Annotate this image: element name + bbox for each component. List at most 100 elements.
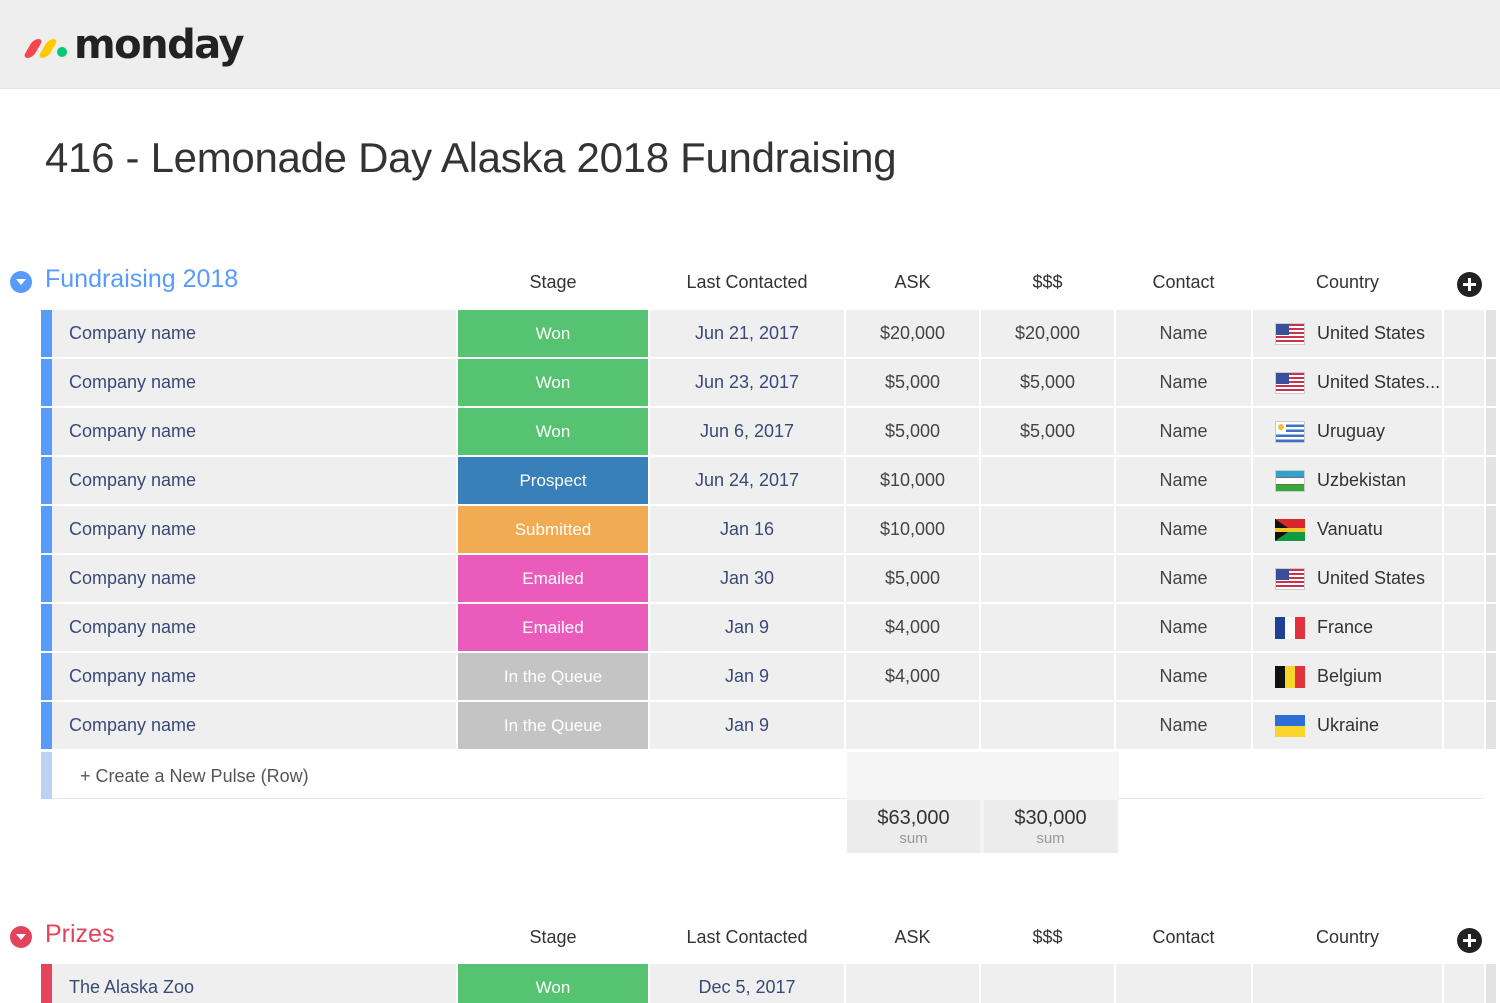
last-contacted-cell[interactable]: Jan 16 [650, 506, 844, 553]
collapse-group-icon[interactable] [10, 271, 32, 293]
item-name-cell[interactable]: Company name [52, 604, 456, 651]
column-header-stage[interactable]: Stage [458, 927, 648, 948]
ask-cell[interactable] [846, 702, 979, 749]
empty-cell[interactable] [1444, 408, 1484, 455]
board-title[interactable]: 416 - Lemonade Day Alaska 2018 Fundraisi… [45, 134, 897, 182]
column-header-money[interactable]: $$$ [981, 272, 1114, 293]
create-pulse-row[interactable]: + Create a New Pulse (Row) [41, 752, 1484, 799]
stage-status-cell[interactable]: Submitted [458, 506, 648, 553]
last-contacted-cell[interactable]: Jan 9 [650, 604, 844, 651]
last-contacted-cell[interactable]: Jun 6, 2017 [650, 408, 844, 455]
country-cell[interactable]: United States [1253, 310, 1442, 357]
column-header-country[interactable]: Country [1253, 272, 1442, 293]
last-contacted-cell[interactable]: Jun 24, 2017 [650, 457, 844, 504]
empty-cell[interactable] [1444, 964, 1484, 1003]
stage-status-cell[interactable]: Emailed [458, 604, 648, 651]
add-column-icon[interactable] [1457, 272, 1482, 297]
contact-cell[interactable]: Name [1116, 457, 1251, 504]
money-cell[interactable] [981, 457, 1114, 504]
column-header-country[interactable]: Country [1253, 927, 1442, 948]
country-cell[interactable]: United States... [1253, 359, 1442, 406]
contact-cell[interactable]: Name [1116, 604, 1251, 651]
table-row[interactable]: Company name In the Queue Jan 9 $4,000 Name B… [41, 653, 1496, 700]
item-name-cell[interactable]: Company name [52, 359, 456, 406]
empty-cell[interactable] [1444, 702, 1484, 749]
column-header-ask[interactable]: ASK [846, 272, 979, 293]
country-cell[interactable]: Belgium [1253, 653, 1442, 700]
country-cell[interactable] [1253, 964, 1442, 1003]
country-cell[interactable]: Uzbekistan [1253, 457, 1442, 504]
money-cell[interactable]: $20,000 [981, 310, 1114, 357]
ask-cell[interactable]: $10,000 [846, 506, 979, 553]
table-row[interactable]: Company name Won Jun 23, 2017 $5,000 $5,000 N… [41, 359, 1496, 406]
collapse-group-icon[interactable] [10, 926, 32, 948]
table-row[interactable]: Company name Submitted Jan 16 $10,000 Name Va… [41, 506, 1496, 553]
contact-cell[interactable]: Name [1116, 359, 1251, 406]
country-cell[interactable]: France [1253, 604, 1442, 651]
stage-status-cell[interactable]: Won [458, 310, 648, 357]
money-sum[interactable]: $30,000 sum [984, 800, 1117, 853]
add-column-icon[interactable] [1457, 928, 1482, 953]
column-header-contact[interactable]: Contact [1116, 272, 1251, 293]
column-header-money[interactable]: $$$ [981, 927, 1114, 948]
table-row[interactable]: Company name Prospect Jun 24, 2017 $10,000 N… [41, 457, 1496, 504]
stage-status-cell[interactable]: Won [458, 408, 648, 455]
country-cell[interactable]: United States [1253, 555, 1442, 602]
table-row[interactable]: Company name Emailed Jan 9 $4,000 Name France [41, 604, 1496, 651]
ask-cell[interactable]: $20,000 [846, 310, 979, 357]
empty-cell[interactable] [1444, 457, 1484, 504]
item-name-cell[interactable]: Company name [52, 555, 456, 602]
last-contacted-cell[interactable]: Jun 21, 2017 [650, 310, 844, 357]
money-cell[interactable] [981, 506, 1114, 553]
country-cell[interactable]: Ukraine [1253, 702, 1442, 749]
ask-cell[interactable]: $4,000 [846, 653, 979, 700]
table-row[interactable]: Company name In the Queue Jan 9 Name Ukraine [41, 702, 1496, 749]
last-contacted-cell[interactable]: Dec 5, 2017 [650, 964, 844, 1003]
item-name-cell[interactable]: The Alaska Zoo [52, 964, 456, 1003]
column-header-ask[interactable]: ASK [846, 927, 979, 948]
empty-cell[interactable] [1444, 604, 1484, 651]
table-row[interactable]: Company name Won Jun 6, 2017 $5,000 $5,000 Na… [41, 408, 1496, 455]
country-cell[interactable]: Vanuatu [1253, 506, 1442, 553]
last-contacted-cell[interactable]: Jan 30 [650, 555, 844, 602]
ask-cell[interactable]: $5,000 [846, 555, 979, 602]
table-row[interactable]: The Alaska Zoo Won Dec 5, 2017 [41, 964, 1496, 1003]
item-name-cell[interactable]: Company name [52, 310, 456, 357]
contact-cell[interactable]: Name [1116, 555, 1251, 602]
last-contacted-cell[interactable]: Jun 23, 2017 [650, 359, 844, 406]
contact-cell[interactable]: Name [1116, 408, 1251, 455]
money-cell[interactable] [981, 964, 1114, 1003]
column-header-last-contacted[interactable]: Last Contacted [650, 927, 844, 948]
item-name-cell[interactable]: Company name [52, 457, 456, 504]
ask-cell[interactable]: $5,000 [846, 408, 979, 455]
column-header-contact[interactable]: Contact [1116, 927, 1251, 948]
item-name-cell[interactable]: Company name [52, 702, 456, 749]
last-contacted-cell[interactable]: Jan 9 [650, 702, 844, 749]
item-name-cell[interactable]: Company name [52, 408, 456, 455]
column-header-stage[interactable]: Stage [458, 272, 648, 293]
item-name-cell[interactable]: Company name [52, 506, 456, 553]
group-title[interactable]: Fundraising 2018 [45, 265, 238, 294]
stage-status-cell[interactable]: Won [458, 359, 648, 406]
contact-cell[interactable]: Name [1116, 702, 1251, 749]
stage-status-cell[interactable]: In the Queue [458, 702, 648, 749]
empty-cell[interactable] [1444, 310, 1484, 357]
table-row[interactable]: Company name Won Jun 21, 2017 $20,000 $20,00… [41, 310, 1496, 357]
money-cell[interactable] [981, 555, 1114, 602]
last-contacted-cell[interactable]: Jan 9 [650, 653, 844, 700]
money-cell[interactable]: $5,000 [981, 359, 1114, 406]
create-pulse-label[interactable]: + Create a New Pulse (Row) [80, 766, 309, 787]
empty-cell[interactable] [1444, 506, 1484, 553]
ask-cell[interactable]: $4,000 [846, 604, 979, 651]
stage-status-cell[interactable]: Emailed [458, 555, 648, 602]
ask-cell[interactable]: $10,000 [846, 457, 979, 504]
empty-cell[interactable] [1444, 653, 1484, 700]
contact-cell[interactable] [1116, 964, 1251, 1003]
money-cell[interactable] [981, 604, 1114, 651]
empty-cell[interactable] [1444, 359, 1484, 406]
money-cell[interactable] [981, 653, 1114, 700]
contact-cell[interactable]: Name [1116, 506, 1251, 553]
ask-sum[interactable]: $63,000 sum [847, 800, 980, 853]
item-name-cell[interactable]: Company name [52, 653, 456, 700]
monday-logo[interactable]: monday [22, 20, 245, 70]
